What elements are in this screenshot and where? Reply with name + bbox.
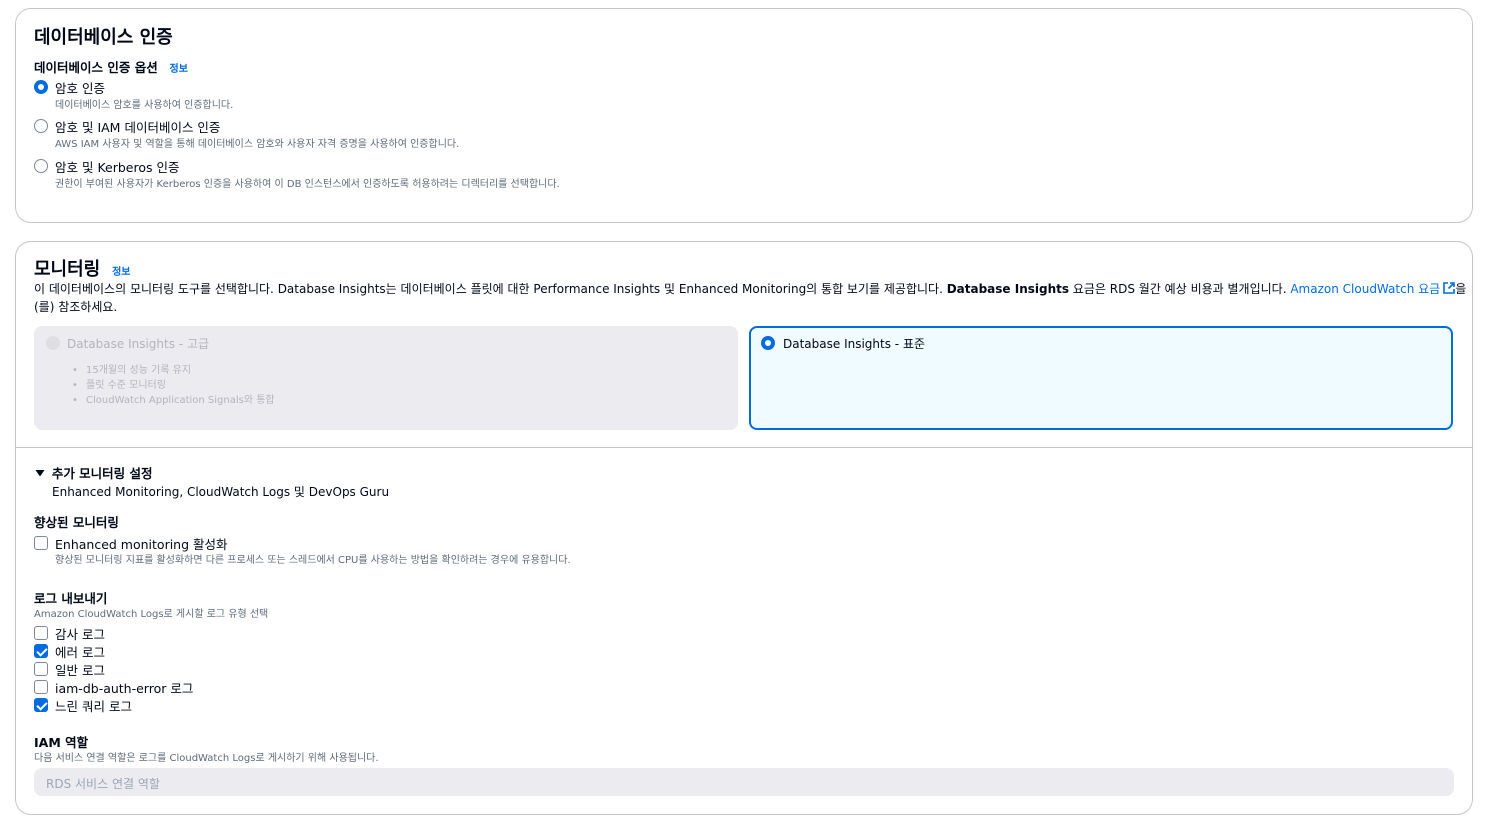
additional-monitoring-toggle[interactable]: 추가 모니터링 설정 bbox=[34, 463, 153, 482]
monitoring-header: 모니터링 정보 bbox=[34, 255, 130, 281]
monitoring-panel: 모니터링 정보 이 데이터베이스의 모니터링 도구를 선택합니다. Databa… bbox=[15, 241, 1473, 815]
database-authentication-panel: 데이터베이스 인증 데이터베이스 인증 옵션 정보 암호 인증 데이터베이스 암… bbox=[15, 8, 1473, 223]
advanced-radio bbox=[46, 336, 60, 350]
advanced-features-list: 15개월의 성능 기록 유지 플릿 수준 모니터링 CloudWatch App… bbox=[72, 363, 275, 408]
caret-down-icon bbox=[35, 470, 45, 477]
section-divider bbox=[16, 447, 1472, 448]
auth-option-password-label: 암호 인증 bbox=[55, 81, 105, 96]
log-general-label[interactable]: 일반 로그 bbox=[55, 660, 105, 679]
auth-option-password-desc: 데이터베이스 암호를 사용하여 인증합니다. bbox=[55, 100, 234, 111]
standard-label: Database Insights - 표준 bbox=[783, 337, 926, 351]
monitoring-info-link[interactable]: 정보 bbox=[112, 267, 130, 278]
log-general-checkbox[interactable] bbox=[34, 662, 48, 676]
auth-option-password-iam-label: 암호 및 IAM 데이터베이스 인증 bbox=[55, 120, 221, 135]
log-error-checkbox[interactable] bbox=[34, 644, 48, 658]
log-slow-query-label[interactable]: 느린 쿼리 로그 bbox=[55, 696, 132, 715]
list-item: CloudWatch Application Signals와 통합 bbox=[72, 393, 275, 408]
auth-option-password-kerberos-radio[interactable] bbox=[34, 159, 48, 173]
log-audit-label[interactable]: 감사 로그 bbox=[55, 624, 105, 643]
auth-section-title: 데이터베이스 인증 bbox=[34, 27, 173, 48]
tile-database-insights-standard[interactable]: Database Insights - 표준 bbox=[749, 326, 1453, 430]
log-iam-db-auth-error-checkbox[interactable] bbox=[34, 680, 48, 694]
auth-option-password-iam-radio[interactable] bbox=[34, 119, 48, 133]
iam-role-select: RDS 서비스 연결 역할 bbox=[34, 768, 1454, 796]
enhanced-monitoring-checkbox[interactable] bbox=[34, 536, 48, 550]
auth-options-label: 데이터베이스 인증 옵션 bbox=[34, 60, 158, 75]
external-link-icon bbox=[1443, 282, 1456, 294]
standard-radio[interactable] bbox=[761, 336, 775, 350]
auth-option-password-kerberos-desc: 권한이 부여된 사용자가 Kerberos 인증을 사용하여 이 DB 인스턴스… bbox=[55, 179, 560, 190]
auth-option-password-kerberos-label: 암호 및 Kerberos 인증 bbox=[55, 160, 180, 175]
auth-option-password-iam-desc: AWS IAM 사용자 및 역할을 통해 데이터베이스 암호와 사용자 자격 증… bbox=[55, 139, 460, 150]
monitoring-desc-text-1: 이 데이터베이스의 모니터링 도구를 선택합니다. Database Insig… bbox=[34, 282, 947, 296]
auth-option-password-radio[interactable] bbox=[34, 80, 48, 94]
additional-monitoring-subtitle: Enhanced Monitoring, CloudWatch Logs 및 D… bbox=[52, 485, 390, 499]
log-error-label[interactable]: 에러 로그 bbox=[55, 642, 105, 661]
advanced-label: Database Insights - 고급 bbox=[67, 337, 210, 351]
log-slow-query-checkbox[interactable] bbox=[34, 698, 48, 712]
auth-options-header: 데이터베이스 인증 옵션 정보 bbox=[34, 57, 188, 76]
log-iam-db-auth-error-label[interactable]: iam-db-auth-error 로그 bbox=[55, 678, 193, 697]
list-item: 플릿 수준 모니터링 bbox=[72, 378, 275, 393]
iam-role-desc: 다음 서비스 연결 역할은 로그를 CloudWatch Logs로 게시하기 … bbox=[34, 753, 379, 764]
cloudwatch-pricing-link[interactable]: Amazon CloudWatch 요금 bbox=[1290, 282, 1456, 296]
monitoring-section-title: 모니터링 bbox=[34, 259, 101, 280]
log-audit-checkbox[interactable] bbox=[34, 626, 48, 640]
enhanced-monitoring-heading: 향상된 모니터링 bbox=[34, 515, 119, 530]
monitoring-description: 이 데이터베이스의 모니터링 도구를 선택합니다. Database Insig… bbox=[34, 280, 1466, 297]
iam-role-placeholder: RDS 서비스 연결 역할 bbox=[46, 777, 160, 791]
cloudwatch-pricing-link-text: Amazon CloudWatch 요금 bbox=[1290, 282, 1441, 296]
enhanced-monitoring-desc: 향상된 모니터링 지표를 활성화하면 다른 프로세스 또는 스레드에서 CPU를… bbox=[55, 555, 571, 566]
monitoring-description-line2: (를) 참조하세요. bbox=[34, 300, 118, 314]
log-exports-desc: Amazon CloudWatch Logs로 게시할 로그 유형 선택 bbox=[34, 609, 269, 620]
monitoring-desc-text-3: 을 bbox=[1455, 282, 1467, 296]
monitoring-desc-text-2: 요금은 RDS 월간 예상 비용과 별개입니다. bbox=[1069, 282, 1291, 296]
auth-info-link[interactable]: 정보 bbox=[170, 64, 188, 75]
additional-monitoring-title: 추가 모니터링 설정 bbox=[51, 466, 153, 481]
monitoring-desc-bold: Database Insights bbox=[946, 282, 1070, 296]
list-item: 15개월의 성능 기록 유지 bbox=[72, 363, 275, 378]
